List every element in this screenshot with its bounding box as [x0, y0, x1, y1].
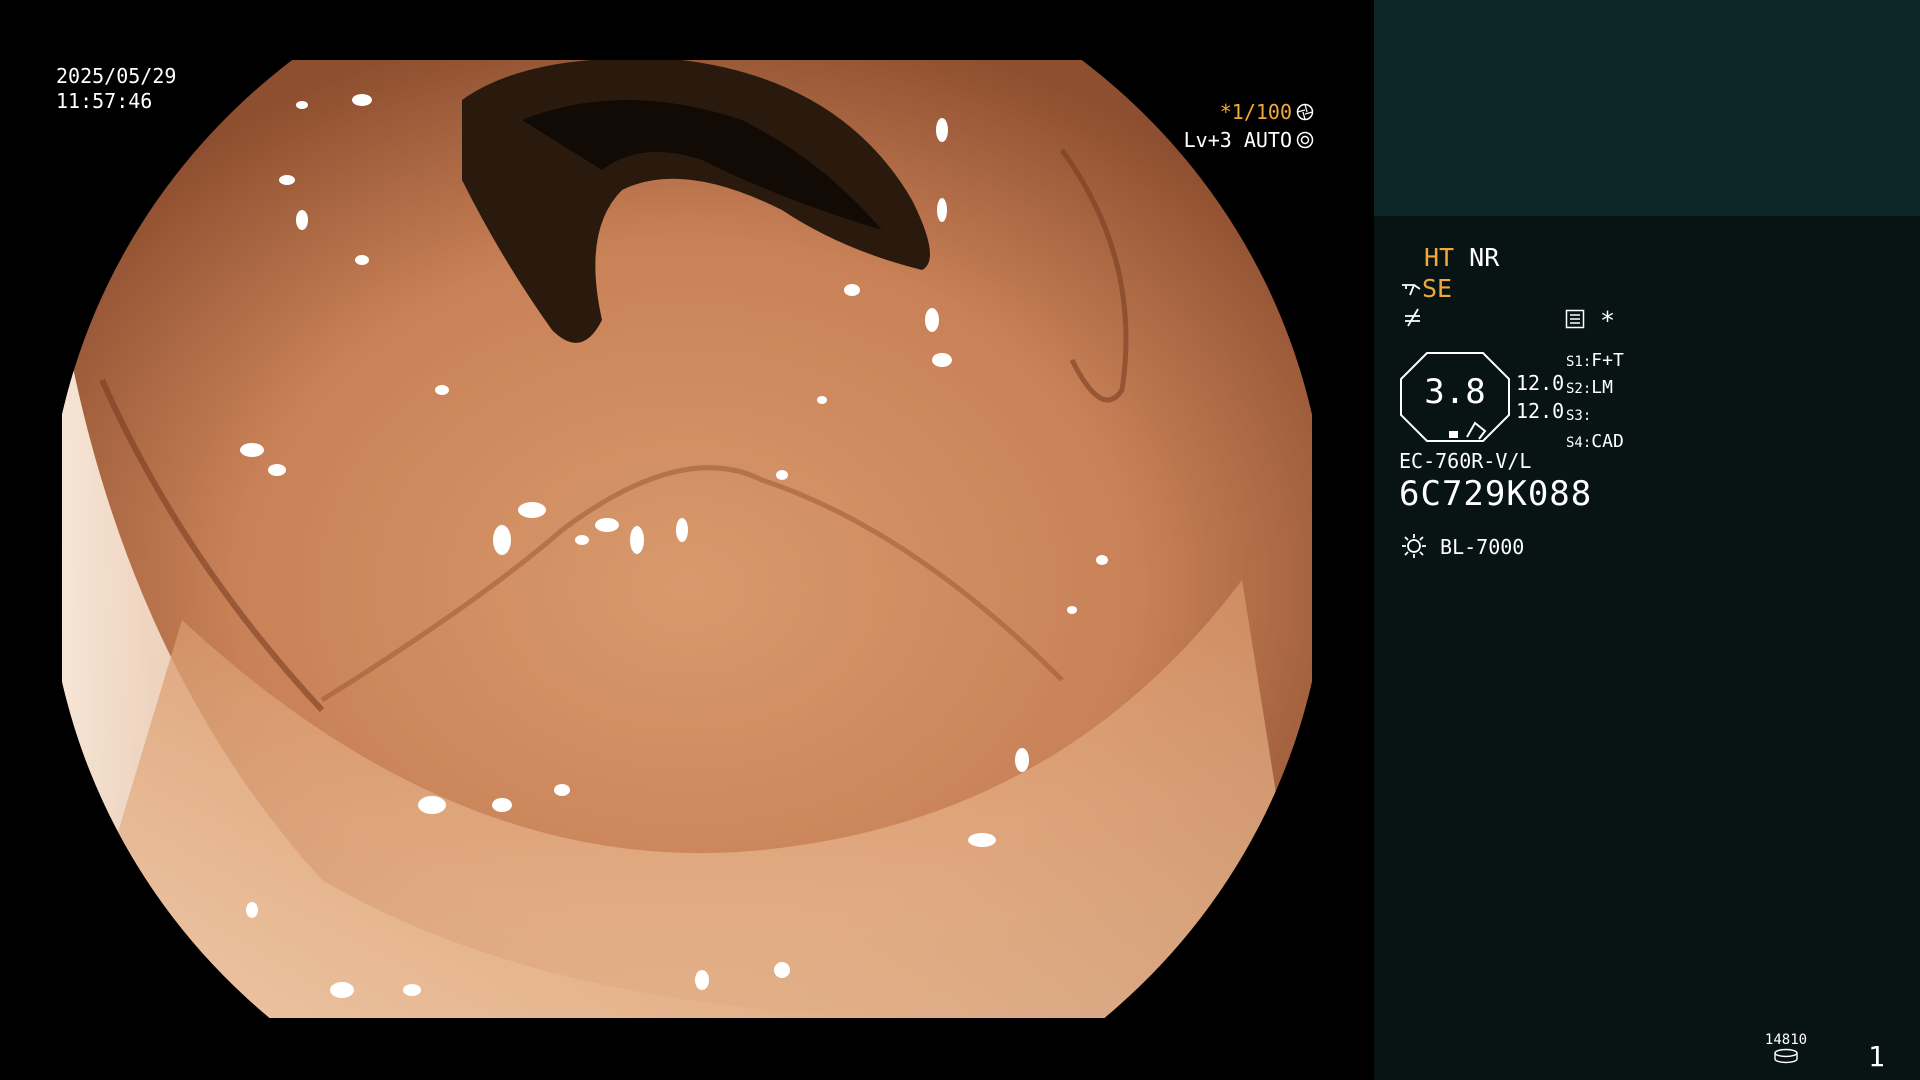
shutter-row: *1/100 — [1184, 98, 1314, 126]
mode-ht-nr: HT NR — [1424, 243, 1499, 273]
mode-se: SE — [1422, 274, 1453, 303]
level-row: Lv+3 AUTO — [1184, 126, 1314, 154]
level-text: Lv+3 AUTO — [1183, 128, 1292, 152]
aperture-icon — [1296, 103, 1314, 121]
zoom-value: 3.8 — [1424, 372, 1486, 412]
endoscope-image-svg — [62, 60, 1312, 1018]
lamp-icon — [1402, 534, 1426, 558]
switch-list: S1:F+T S2:LM S3: S4:CAD — [1566, 348, 1624, 456]
mode-se-row: SE — [1400, 274, 1452, 304]
storage-icon — [1774, 1048, 1798, 1064]
scope-model: EC-760R-V/L — [1399, 449, 1532, 473]
mode-ht: HT — [1424, 243, 1455, 272]
switch-s1: S1:F+T — [1566, 350, 1624, 371]
switch-s3: S3: — [1566, 408, 1592, 424]
light-source: BL-7000 — [1440, 535, 1525, 559]
scope-serial: 6C729K088 — [1399, 474, 1593, 514]
counter-value: 14810 — [1764, 1032, 1808, 1048]
time-text: 11:57:46 — [56, 89, 153, 113]
endoscope-image — [62, 60, 1312, 1018]
freeze-icon — [1405, 308, 1420, 327]
menu-icon — [1565, 309, 1585, 329]
date-text: 2025/05/29 — [56, 64, 177, 88]
shutter-text: *1/100 — [1219, 100, 1292, 124]
value-1: 12.0 — [1516, 371, 1565, 395]
value-2: 12.0 — [1516, 399, 1565, 423]
mode-nr: NR — [1469, 243, 1500, 272]
switch-s4: S4:CAD — [1566, 431, 1624, 452]
scope-tip-icon — [1402, 284, 1421, 296]
timestamp: 2025/05/29 11:57:46 — [56, 64, 176, 114]
auto-iris-icon — [1296, 131, 1314, 149]
page-number: 1 — [1868, 1040, 1885, 1073]
counter: 14810 — [1764, 1032, 1808, 1068]
value-list: 12.0 12.0 — [1516, 369, 1564, 425]
exposure-info: *1/100 Lv+3 AUTO — [1184, 98, 1314, 154]
panel-header-area — [1374, 0, 1920, 216]
switch-s2: S2:LM — [1566, 377, 1613, 398]
light-source-row: BL-7000 — [1400, 532, 1524, 560]
asterisk-icon: * — [1600, 306, 1616, 335]
